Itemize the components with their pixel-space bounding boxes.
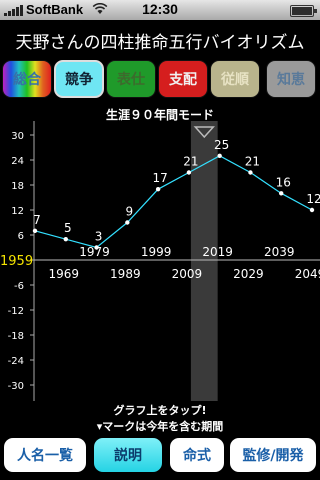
x-tick-label: 2039 [264, 245, 295, 259]
x-tick-label: 1999 [141, 245, 172, 259]
data-point [186, 170, 192, 175]
x-tick-label: 2019 [202, 245, 233, 259]
x-tick-label: 1969 [49, 267, 80, 281]
data-point [279, 191, 284, 196]
series-line [34, 155, 313, 249]
people-list-button[interactable]: 人名一覧 [4, 438, 86, 472]
category-button-obedience[interactable]: 従順 [210, 60, 260, 98]
category-button-wisdom[interactable]: 知恵 [266, 60, 316, 98]
data-label: 25 [214, 138, 229, 152]
y-tick-label: 24 [11, 156, 24, 167]
chart-details-button[interactable]: 命式 [170, 438, 224, 472]
category-buttons: 総合 競争 表仕 支配 従順 知恵 [0, 60, 320, 100]
y-tick-label: -18 [8, 331, 24, 342]
data-label: 12 [306, 192, 320, 206]
category-button-control[interactable]: 支配 [158, 60, 208, 98]
data-point [217, 153, 222, 159]
y-tick-label: -12 [8, 306, 24, 317]
data-point [94, 245, 99, 250]
y-tick-label: -6 [14, 281, 24, 292]
marker-hint: ▾マークは今年を含む期間 [96, 420, 224, 433]
tap-hint: グラフ上をタップ! [113, 404, 207, 417]
y-tick-label: 12 [11, 206, 24, 217]
data-label: 3 [95, 230, 103, 244]
data-label: 9 [126, 205, 134, 219]
data-label: 21 [183, 155, 198, 169]
page-title: 天野さんの四柱推命五行バイオリズム [15, 33, 305, 53]
supervision-development-button[interactable]: 監修/開発 [230, 438, 316, 472]
status-bar: SoftBank 12:30 [0, 0, 320, 20]
y-tick-label: 18 [11, 181, 24, 192]
x-tick-label: 2029 [233, 267, 264, 281]
x-tick-label: 2009 [172, 267, 203, 281]
y-tick-label: 30 [11, 131, 24, 142]
data-label: 17 [152, 171, 167, 185]
category-button-competition[interactable]: 競争 [54, 60, 104, 98]
data-point [32, 228, 38, 234]
chart-svg[interactable]: 302418126-6-12-18-24-3019591969197919891… [0, 121, 320, 401]
data-label: 5 [64, 221, 72, 235]
y-tick-label: -30 [8, 381, 24, 392]
y-tick-label: 6 [18, 231, 24, 242]
data-label: 7 [33, 213, 41, 227]
biorhythm-chart[interactable]: 30 24 18 12 6 -6 -12 -18 -24 -30 1959 1969 1979 1989 1… [0, 121, 320, 401]
origin-year-label: 1959 [0, 254, 33, 269]
explanation-button[interactable]: 説明 [94, 438, 162, 472]
category-button-overall[interactable]: 総合 [2, 60, 52, 98]
category-button-expression[interactable]: 表仕 [106, 60, 156, 98]
data-label: 16 [276, 175, 291, 189]
data-point [248, 170, 253, 175]
x-tick-label: 2049 [295, 267, 320, 281]
bottom-toolbar: 人名一覧 説明 命式 監修/開発 [0, 434, 320, 480]
data-point [309, 207, 315, 213]
data-point [63, 236, 68, 242]
clock: 12:30 [142, 1, 178, 17]
data-label: 21 [245, 155, 260, 169]
data-point [125, 220, 130, 225]
data-point [155, 186, 161, 192]
battery-icon [290, 5, 317, 17]
x-tick-label: 1989 [110, 267, 141, 281]
y-tick-label: -24 [8, 356, 24, 367]
